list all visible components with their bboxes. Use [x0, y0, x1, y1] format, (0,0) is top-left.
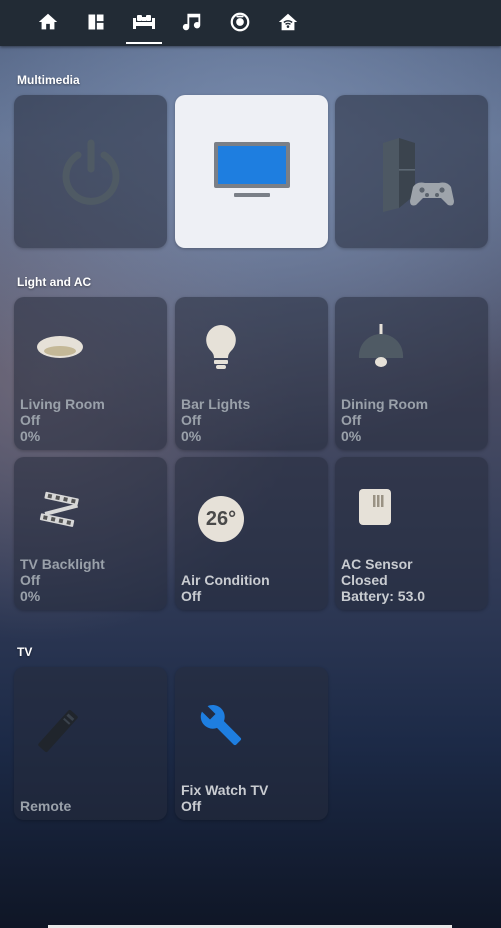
- home-icon: [38, 13, 58, 30]
- tile-fix-watch-tv[interactable]: Fix Watch TV Off: [175, 667, 328, 820]
- tile-tv-backlight[interactable]: TV Backlight Off 0%: [14, 457, 167, 610]
- music-icon: [182, 13, 201, 31]
- tile-name: Fix Watch TV: [181, 782, 269, 798]
- playstation-icon: [382, 137, 454, 212]
- wrench-icon: [200, 705, 242, 746]
- tile-level: 0%: [341, 428, 362, 444]
- section-title-tv: TV: [17, 645, 33, 659]
- tile-state: Off: [181, 798, 202, 814]
- tab-dashboard[interactable]: [78, 0, 114, 44]
- tile-air-condition[interactable]: 26° Air Condition Off: [175, 457, 328, 610]
- led-strip-icon: [39, 491, 79, 527]
- tile-name: Bar Lights: [181, 396, 251, 412]
- section-title-light-ac: Light and AC: [17, 275, 92, 289]
- top-nav-bar: [0, 0, 501, 46]
- tile-state: Off: [181, 588, 202, 604]
- television-icon: [213, 141, 290, 197]
- pendant-light-icon: [358, 324, 404, 367]
- robot-vacuum-icon: [230, 12, 250, 32]
- door-sensor-icon: [359, 489, 391, 525]
- tab-vacuum[interactable]: [222, 0, 258, 44]
- section-title-multimedia: Multimedia: [17, 73, 80, 87]
- dashboard-icon: [88, 14, 104, 30]
- home-wifi-icon: [278, 13, 298, 31]
- tile-remote[interactable]: Remote: [14, 667, 167, 820]
- tile-television[interactable]: [175, 95, 328, 248]
- tile-state: Off: [20, 572, 41, 588]
- tile-dining-room[interactable]: Dining Room Off 0%: [335, 297, 488, 450]
- ceiling-light-icon: [37, 336, 83, 358]
- tile-bar-lights[interactable]: Bar Lights Off 0%: [175, 297, 328, 450]
- tile-name: Dining Room: [341, 396, 429, 412]
- tile-name: Living Room: [20, 396, 105, 412]
- remote-icon: [38, 709, 78, 753]
- tile-state: Off: [20, 412, 41, 428]
- tile-battery: Battery: 53.0: [341, 588, 426, 604]
- tile-name: Remote: [20, 798, 72, 814]
- tile-power[interactable]: [14, 95, 167, 248]
- tab-music[interactable]: [174, 0, 210, 44]
- tile-state: Closed: [341, 572, 388, 588]
- tile-living-room[interactable]: Living Room Off 0%: [14, 297, 167, 450]
- sofa-icon: [133, 15, 155, 29]
- tile-ac-sensor[interactable]: AC Sensor Closed Battery: 53.0: [335, 457, 488, 610]
- tile-name: Air Condition: [181, 572, 270, 588]
- tile-level: 0%: [20, 428, 41, 444]
- lightbulb-icon: [206, 325, 236, 369]
- tile-state: Off: [181, 412, 202, 428]
- tile-playstation[interactable]: [335, 95, 488, 248]
- tab-home[interactable]: [30, 0, 66, 44]
- power-icon: [62, 139, 119, 205]
- tile-state: Off: [341, 412, 362, 428]
- tab-living-room[interactable]: [126, 0, 162, 44]
- tile-name: AC Sensor: [341, 556, 413, 572]
- tile-name: TV Backlight: [20, 556, 105, 572]
- temperature-badge: 26°: [198, 496, 244, 542]
- tile-level: 0%: [181, 428, 202, 444]
- tile-level: 0%: [20, 588, 41, 604]
- tab-home-network[interactable]: [270, 0, 306, 44]
